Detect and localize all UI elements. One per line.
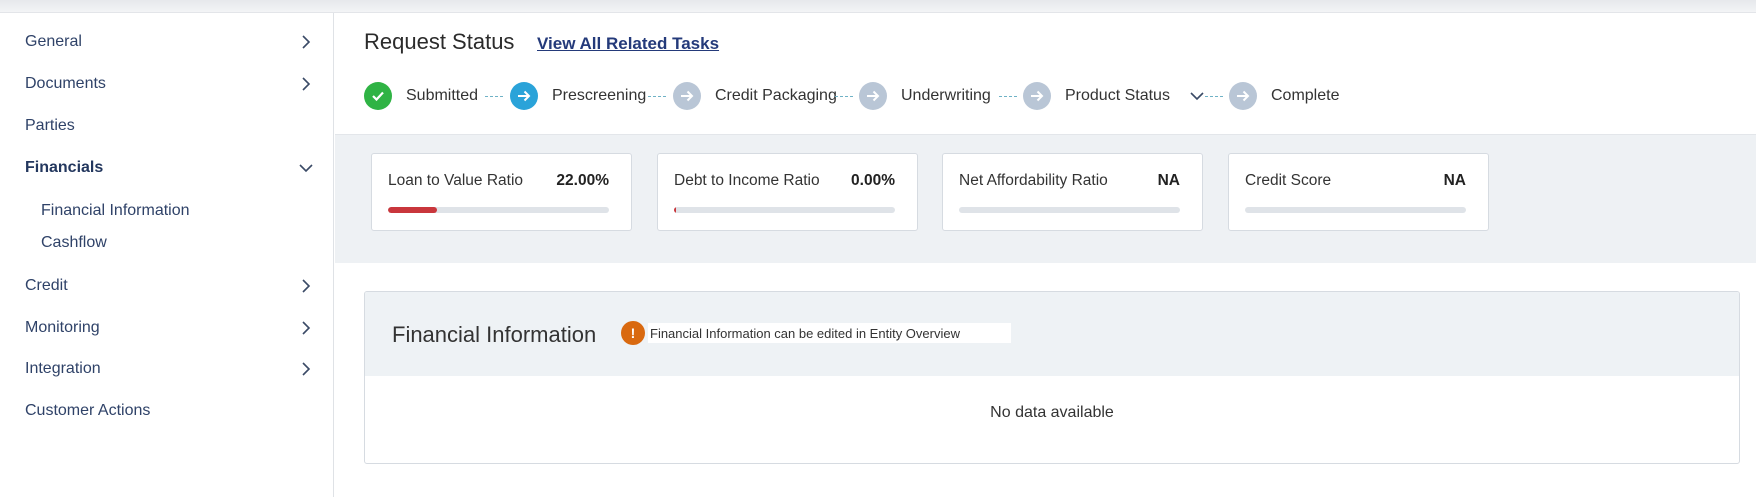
sidebar-item-financials[interactable]: Financials (25, 153, 315, 183)
step-prescreening: Prescreening (510, 81, 646, 111)
sidebar-subitem-financial-information[interactable]: Financial Information (41, 199, 190, 223)
sidebar-item-integration[interactable]: Integration (25, 354, 315, 384)
sidebar-item-label: Credit (25, 277, 68, 294)
sidebar-subitem-label: Financial Information (41, 202, 190, 219)
chevron-right-icon (297, 33, 315, 51)
chevron-right-icon (297, 360, 315, 378)
request-status-section: Request Status View All Related Tasks Su… (335, 13, 1756, 135)
arrow-right-icon (510, 82, 538, 110)
step-complete: Complete (1229, 81, 1339, 111)
sidebar-item-label: Integration (25, 360, 101, 377)
top-header-bar (0, 0, 1756, 13)
sidebar-item-parties[interactable]: Parties (25, 111, 315, 141)
sidebar-subitem-cashflow[interactable]: Cashflow (41, 231, 107, 255)
sidebar-item-label: Documents (25, 75, 106, 92)
metric-bar-track (388, 207, 609, 213)
sidebar-nav: General Documents Parties Financials Fin… (0, 13, 334, 497)
step-label: Submitted (406, 87, 479, 104)
metric-card-dti: Debt to Income Ratio 0.00% (657, 153, 918, 231)
metric-card-nar: Net Affordability Ratio NA (942, 153, 1203, 231)
metric-bar-fill (388, 207, 437, 213)
metric-label: Credit Score (1245, 172, 1332, 189)
arrow-right-icon (859, 82, 887, 110)
step-label: Underwriting (901, 87, 991, 104)
step-label: Prescreening (552, 87, 647, 104)
metric-bar-track (674, 207, 895, 213)
metric-label: Loan to Value Ratio (388, 172, 524, 189)
sidebar-item-customer-actions[interactable]: Customer Actions (25, 396, 315, 426)
sidebar-item-monitoring[interactable]: Monitoring (25, 313, 315, 343)
metric-value: 0.00% (851, 172, 895, 189)
sidebar-item-label: Customer Actions (25, 402, 151, 419)
step-connector (648, 96, 666, 97)
sidebar-item-general[interactable]: General (25, 27, 315, 57)
metric-bar-track (1245, 207, 1466, 213)
chevron-right-icon (297, 75, 315, 93)
check-icon (364, 82, 392, 110)
sidebar-item-documents[interactable]: Documents (25, 69, 315, 99)
metrics-band: Loan to Value Ratio 22.00% Debt to Incom… (335, 135, 1756, 263)
step-product-status[interactable]: Product Status (1023, 81, 1206, 111)
step-label: Product Status (1065, 87, 1170, 104)
warning-text: Financial Information can be edited in E… (648, 323, 1011, 343)
step-connector (835, 96, 853, 97)
arrow-right-icon (1229, 82, 1257, 110)
empty-state-text: No data available (990, 404, 1114, 421)
metric-label: Net Affordability Ratio (959, 172, 1108, 189)
step-underwriting: Underwriting (859, 81, 991, 111)
sidebar-item-label: Parties (25, 117, 75, 134)
edit-notice: ! Financial Information can be edited in… (621, 320, 1011, 346)
arrow-right-icon (673, 82, 701, 110)
metric-value: 22.00% (556, 172, 609, 189)
status-stepper: Submitted Prescreening Credit Packaging (364, 81, 1744, 111)
panel-title: Financial Information (392, 322, 597, 347)
chevron-right-icon (297, 319, 315, 337)
metric-value: NA (1157, 172, 1180, 189)
step-connector (1205, 96, 1223, 97)
warning-icon: ! (621, 321, 645, 345)
step-connector (999, 96, 1017, 97)
financial-information-panel: Financial Information ! Financial Inform… (364, 291, 1740, 464)
metric-card-credit-score: Credit Score NA (1228, 153, 1489, 231)
metric-bar-track (959, 207, 1180, 213)
sidebar-item-label: Monitoring (25, 319, 100, 336)
sidebar-subitem-label: Cashflow (41, 234, 107, 251)
chevron-right-icon (297, 277, 315, 295)
sidebar-item-label: General (25, 33, 82, 50)
metric-label: Debt to Income Ratio (674, 172, 820, 189)
metric-bar-fill (674, 207, 676, 213)
page-title: Request Status (364, 29, 515, 54)
step-label: Credit Packaging (715, 87, 837, 104)
step-connector (485, 96, 503, 97)
chevron-down-icon (297, 159, 315, 177)
step-submitted: Submitted (364, 81, 478, 111)
sidebar-item-credit[interactable]: Credit (25, 271, 315, 301)
main-content: Request Status View All Related Tasks Su… (335, 13, 1756, 497)
step-credit-packaging: Credit Packaging (673, 81, 837, 111)
metric-value: NA (1443, 172, 1466, 189)
step-label: Complete (1271, 87, 1340, 104)
chevron-down-icon[interactable] (1188, 87, 1206, 105)
sidebar-item-label: Financials (25, 159, 104, 176)
view-related-tasks-link[interactable]: View All Related Tasks (537, 34, 719, 54)
arrow-right-icon (1023, 82, 1051, 110)
metric-card-ltv: Loan to Value Ratio 22.00% (371, 153, 632, 231)
panel-header: Financial Information ! Financial Inform… (365, 292, 1739, 376)
